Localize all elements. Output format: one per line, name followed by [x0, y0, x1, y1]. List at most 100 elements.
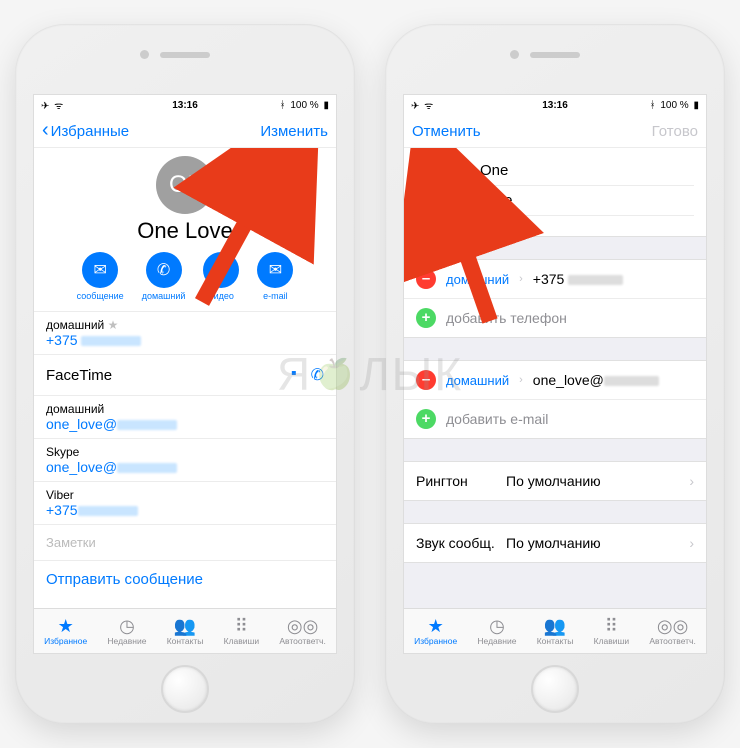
speaker: [530, 52, 580, 58]
minus-icon[interactable]: –: [416, 370, 436, 390]
battery-icon: ▮: [693, 100, 699, 111]
first-name-field[interactable]: One: [480, 156, 694, 186]
tab-contacts[interactable]: 👥Контакты: [167, 617, 204, 646]
status-time: 13:16: [172, 100, 198, 111]
add-email-label: добавить e-mail: [446, 411, 694, 427]
video-icon: ■: [203, 252, 239, 288]
keypad-icon: ⠿: [605, 617, 618, 635]
redacted: [604, 376, 659, 386]
nav-bar: Отменить Готово: [404, 115, 706, 148]
add-photo-button[interactable]: фото: [416, 156, 470, 210]
airplane-icon: ✈: [41, 101, 49, 112]
contacts-icon: 👥: [544, 617, 566, 635]
facetime-row[interactable]: FaceTime ▪ ✆: [34, 354, 336, 395]
tab-contacts[interactable]: 👥Контакты: [537, 617, 574, 646]
email-group: – домашний › one_love@ + добавить e-mail: [404, 360, 706, 439]
star-icon: ★: [428, 617, 444, 635]
phone-row[interactable]: домашний ★ +375: [34, 311, 336, 354]
add-phone-label: добавить телефон: [446, 310, 694, 326]
ringtone-row[interactable]: Рингтон По умолчанию ›: [404, 461, 706, 501]
star-icon: ★: [58, 617, 74, 635]
message-icon: ✉: [82, 252, 118, 288]
home-button[interactable]: [161, 665, 209, 713]
back-label: Избранные: [51, 123, 129, 140]
tab-voicemail[interactable]: ◎◎Автоответч.: [279, 617, 326, 646]
front-camera: [510, 50, 519, 59]
edit-header: фото One Love: [404, 148, 706, 237]
facetime-label: FaceTime: [46, 367, 112, 384]
chevron-right-icon: ›: [689, 535, 694, 551]
voicemail-icon: ◎◎: [657, 617, 688, 635]
facetime-video-icon[interactable]: ▪: [291, 365, 297, 385]
tab-voicemail[interactable]: ◎◎Автоответч.: [649, 617, 696, 646]
facetime-audio-icon[interactable]: ✆: [311, 365, 324, 385]
wifi-icon: ᯤ: [424, 101, 433, 112]
phone-edit-row[interactable]: – домашний › +375: [404, 260, 706, 298]
viber-row[interactable]: Viber +375: [34, 481, 336, 524]
add-email-row[interactable]: + добавить e-mail: [404, 399, 706, 438]
redacted: [117, 463, 177, 473]
plus-icon[interactable]: +: [416, 409, 436, 429]
clock-icon: ◷: [119, 617, 135, 635]
company-field[interactable]: [480, 216, 694, 228]
airplane-icon: ✈: [411, 101, 419, 112]
battery-icon: ▮: [323, 100, 329, 111]
email-row[interactable]: домашний one_love@: [34, 395, 336, 438]
back-button[interactable]: ‹ Избранные: [42, 123, 129, 140]
action-row: ✉сообщение ✆домашний ■видео ✉e-mail: [34, 252, 336, 301]
action-call[interactable]: ✆домашний: [142, 252, 186, 301]
bluetooth-icon: ᚼ: [280, 100, 286, 111]
tab-keypad[interactable]: ⠿Клавиши: [224, 617, 259, 646]
phone-left: ✈ ᯤ 13:16 ᚼ 100 % ▮ ‹ Избранные Изменить…: [15, 24, 355, 724]
tab-keypad[interactable]: ⠿Клавиши: [594, 617, 629, 646]
phone-number: +375: [46, 332, 78, 348]
nav-bar: ‹ Избранные Изменить: [34, 115, 336, 148]
cancel-label: Отменить: [412, 123, 481, 140]
ringtone-label: Рингтон: [416, 473, 506, 489]
action-email[interactable]: ✉e-mail: [257, 252, 293, 301]
status-bar: ✈ ᯤ 13:16 ᚼ 100 % ▮: [34, 95, 336, 115]
bluetooth-icon: ᚼ: [650, 100, 656, 111]
avatar[interactable]: OL: [156, 156, 214, 214]
email-label: домашний: [46, 402, 324, 416]
chevron-right-icon: ›: [689, 473, 694, 489]
add-phone-row[interactable]: + добавить телефон: [404, 298, 706, 337]
done-button[interactable]: Готово: [652, 123, 698, 140]
tab-recents[interactable]: ◷Недавние: [107, 617, 146, 646]
home-button[interactable]: [531, 665, 579, 713]
tab-recents[interactable]: ◷Недавние: [477, 617, 516, 646]
cancel-button[interactable]: Отменить: [412, 123, 481, 140]
skype-value: one_love@: [46, 459, 117, 475]
notes-row[interactable]: Заметки: [34, 524, 336, 560]
star-icon: ★: [108, 318, 119, 332]
phone-type-label[interactable]: домашний: [446, 272, 509, 287]
chevron-right-icon: ›: [519, 374, 523, 386]
email-icon: ✉: [257, 252, 293, 288]
action-video[interactable]: ■видео: [203, 252, 239, 301]
email-value: one_love@: [46, 416, 117, 432]
tab-favorites[interactable]: ★Избранное: [414, 617, 457, 646]
speaker: [160, 52, 210, 58]
last-name-field[interactable]: Love: [480, 186, 694, 216]
text-sound-row[interactable]: Звук сообщ. По умолчанию ›: [404, 523, 706, 563]
edit-button[interactable]: Изменить: [260, 123, 328, 140]
phone-icon: ✆: [146, 252, 182, 288]
voicemail-icon: ◎◎: [287, 617, 318, 635]
minus-icon[interactable]: –: [416, 269, 436, 289]
phone-group: – домашний › +375 + добавить телефон: [404, 259, 706, 338]
plus-icon[interactable]: +: [416, 308, 436, 328]
status-bar: ✈ ᯤ 13:16 ᚼ 100 % ▮: [404, 95, 706, 115]
tab-favorites[interactable]: ★Избранное: [44, 617, 87, 646]
email-type-label[interactable]: домашний: [446, 373, 509, 388]
contacts-icon: 👥: [174, 617, 196, 635]
send-message-button[interactable]: Отправить сообщение: [34, 560, 336, 598]
skype-row[interactable]: Skype one_love@: [34, 438, 336, 481]
tab-bar: ★Избранное ◷Недавние 👥Контакты ⠿Клавиши …: [404, 608, 706, 653]
chevron-right-icon: ›: [519, 273, 523, 285]
skype-label: Skype: [46, 445, 324, 459]
viber-label: Viber: [46, 488, 324, 502]
battery-text: 100 %: [660, 100, 688, 111]
email-edit-row[interactable]: – домашний › one_love@: [404, 361, 706, 399]
text-sound-label: Звук сообщ.: [416, 535, 506, 551]
action-message[interactable]: ✉сообщение: [77, 252, 124, 301]
